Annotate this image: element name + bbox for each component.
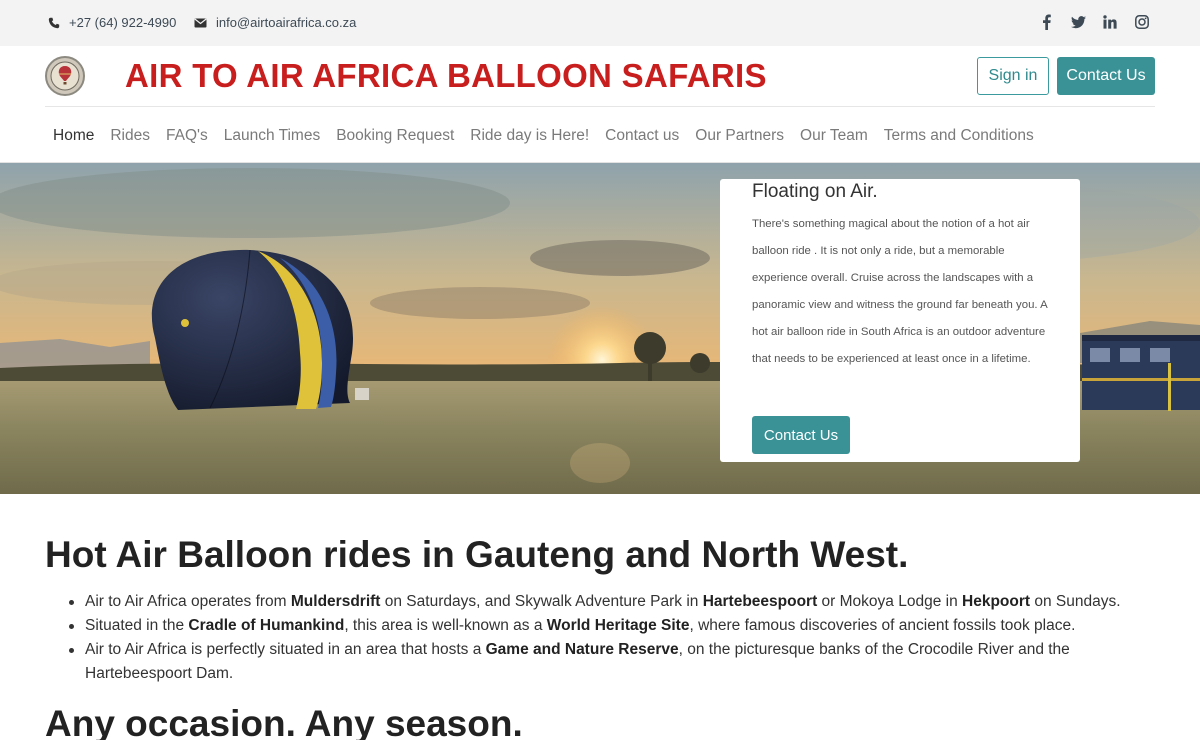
top-contact-bar: +27 (64) 922-4990 info@airtoairafrica.co… xyxy=(0,0,1200,46)
text-segment: on Saturdays, and Skywalk Adventure Park… xyxy=(380,593,703,610)
balloon-envelope xyxy=(151,249,354,410)
list-item: Air to Air Africa is perfectly situated … xyxy=(69,638,1165,686)
main-nav: Home Rides FAQ's Launch Times Booking Re… xyxy=(45,127,1042,145)
bold-phrase: Muldersdrift xyxy=(290,593,381,610)
nav-item-faqs[interactable]: FAQ's xyxy=(158,127,216,145)
hero-contact-us-button[interactable]: Contact Us xyxy=(752,416,850,454)
hero-card-text: There's something magical about the noti… xyxy=(752,218,1048,365)
balloon-logo-icon xyxy=(50,61,80,91)
list-item: Situated in the Cradle of Humankind, thi… xyxy=(69,614,1165,638)
site-header: AIR TO AIR AFRICA BALLOON SAFARIS Sign i… xyxy=(0,46,1200,163)
hero-card-title: Floating on Air. xyxy=(752,181,878,202)
instagram-icon[interactable] xyxy=(1134,14,1150,30)
linkedin-icon[interactable] xyxy=(1102,14,1118,30)
text-segment: on Sundays. xyxy=(1030,593,1121,610)
phone-contact[interactable]: +27 (64) 922-4990 xyxy=(48,15,176,30)
sign-in-button[interactable]: Sign in xyxy=(977,57,1049,95)
nav-item-our-team[interactable]: Our Team xyxy=(792,127,876,145)
text-segment: , where famous discoveries of ancient fo… xyxy=(689,617,1076,634)
header-divider xyxy=(45,106,1155,107)
text-segment: Situated in the xyxy=(85,617,189,634)
facebook-icon[interactable] xyxy=(1038,14,1054,30)
phone-number[interactable]: +27 (64) 922-4990 xyxy=(69,15,176,30)
nav-item-home[interactable]: Home xyxy=(45,127,102,145)
hero-info-card: Floating on Air. There's something magic… xyxy=(720,179,1080,462)
list-item: Air to Air Africa operates from Muldersd… xyxy=(69,590,1165,614)
social-links xyxy=(1038,14,1150,30)
feature-list: Air to Air Africa operates from Muldersd… xyxy=(69,590,1165,686)
site-logo[interactable] xyxy=(45,56,85,96)
text-segment: , this area is well-known as a xyxy=(344,617,547,634)
twitter-icon[interactable] xyxy=(1070,14,1086,30)
envelope-icon xyxy=(194,18,207,27)
bold-phrase: World Heritage Site xyxy=(546,617,690,634)
nav-item-booking-request[interactable]: Booking Request xyxy=(328,127,462,145)
bold-phrase: Game and Nature Reserve xyxy=(485,641,679,658)
nav-item-our-partners[interactable]: Our Partners xyxy=(687,127,792,145)
email-contact[interactable]: info@airtoairafrica.co.za xyxy=(194,15,356,30)
nav-item-terms[interactable]: Terms and Conditions xyxy=(876,127,1042,145)
bold-phrase: Hartebeespoort xyxy=(702,593,818,610)
page-heading: Hot Air Balloon rides in Gauteng and Nor… xyxy=(45,534,909,575)
nav-item-contact-us[interactable]: Contact us xyxy=(597,127,687,145)
bold-phrase: Cradle of Humankind xyxy=(188,617,345,634)
text-segment: or Mokoya Lodge in xyxy=(817,593,963,610)
contact-us-button[interactable]: Contact Us xyxy=(1057,57,1155,95)
text-segment: Air to Air Africa operates from xyxy=(85,593,291,610)
bold-phrase: Hekpoort xyxy=(962,593,1031,610)
brand-title[interactable]: AIR TO AIR AFRICA BALLOON SAFARIS xyxy=(125,57,767,95)
nav-item-launch-times[interactable]: Launch Times xyxy=(216,127,329,145)
phone-icon xyxy=(48,17,60,28)
nav-item-ride-day[interactable]: Ride day is Here! xyxy=(462,127,597,145)
hero-banner: Floating on Air. There's something magic… xyxy=(0,163,1200,494)
text-segment: Air to Air Africa is perfectly situated … xyxy=(85,641,486,658)
nav-item-rides[interactable]: Rides xyxy=(102,127,158,145)
email-address[interactable]: info@airtoairafrica.co.za xyxy=(216,15,356,30)
section-heading: Any occasion. Any season. xyxy=(45,703,523,740)
